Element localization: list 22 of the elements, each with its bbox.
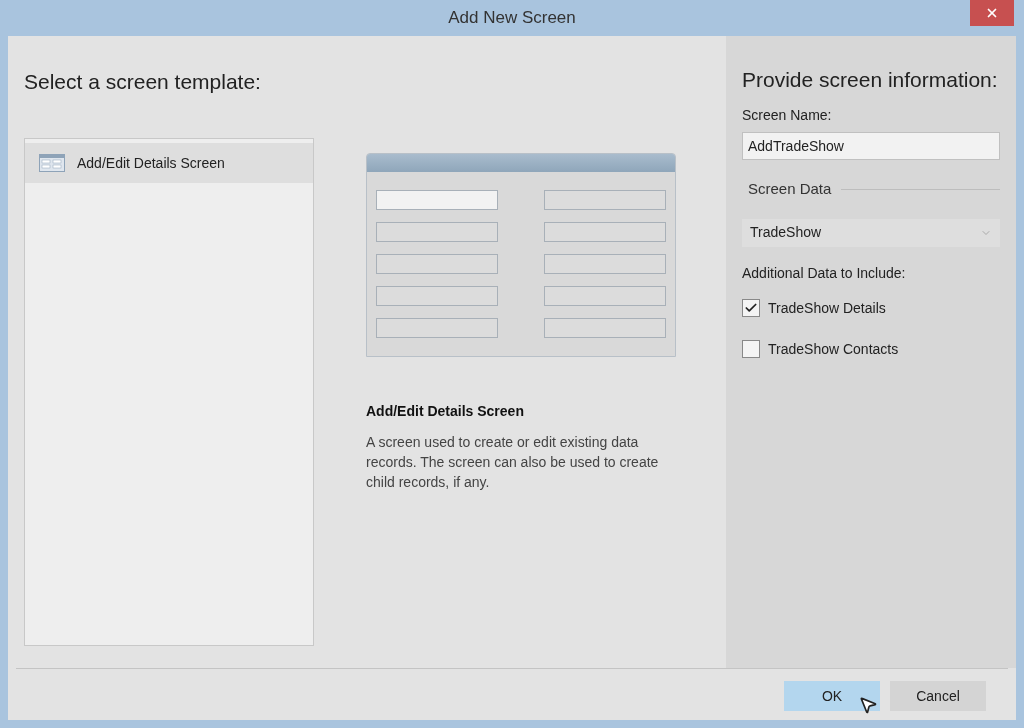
checkbox-label: TradeShow Details [768, 298, 886, 318]
screen-name-field[interactable]: AddTradeShow [742, 132, 1000, 160]
close-icon [985, 6, 999, 20]
check-icon [744, 301, 758, 315]
mouse-pointer-icon [858, 695, 878, 715]
template-title: Add/Edit Details Screen [366, 402, 525, 421]
field-label: Additional Data to Include: [742, 263, 907, 283]
checkbox[interactable] [742, 299, 760, 317]
dialog-button[interactable]: Cancel [890, 681, 986, 711]
form-layout-icon [39, 154, 65, 172]
section-heading: Provide screen information: [742, 67, 999, 93]
dialog-button[interactable]: OK [784, 681, 880, 711]
screen-data-dropdown[interactable]: TradeShow [742, 218, 1000, 247]
checkbox-label: TradeShow Contacts [768, 339, 899, 359]
checkbox[interactable] [742, 340, 760, 358]
window-title: Add New Screen [448, 7, 576, 30]
template-description: A screen used to create or edit existing data records. The screen can also be used to create child records, if any. [366, 433, 660, 492]
group-label: Screen Data [748, 179, 832, 199]
template-list-item[interactable]: Add/Edit Details Screen [25, 143, 313, 183]
section-heading: Select a screen template: [24, 69, 262, 95]
close-button[interactable] [970, 0, 1014, 26]
field-label: Screen Name: [742, 106, 833, 125]
